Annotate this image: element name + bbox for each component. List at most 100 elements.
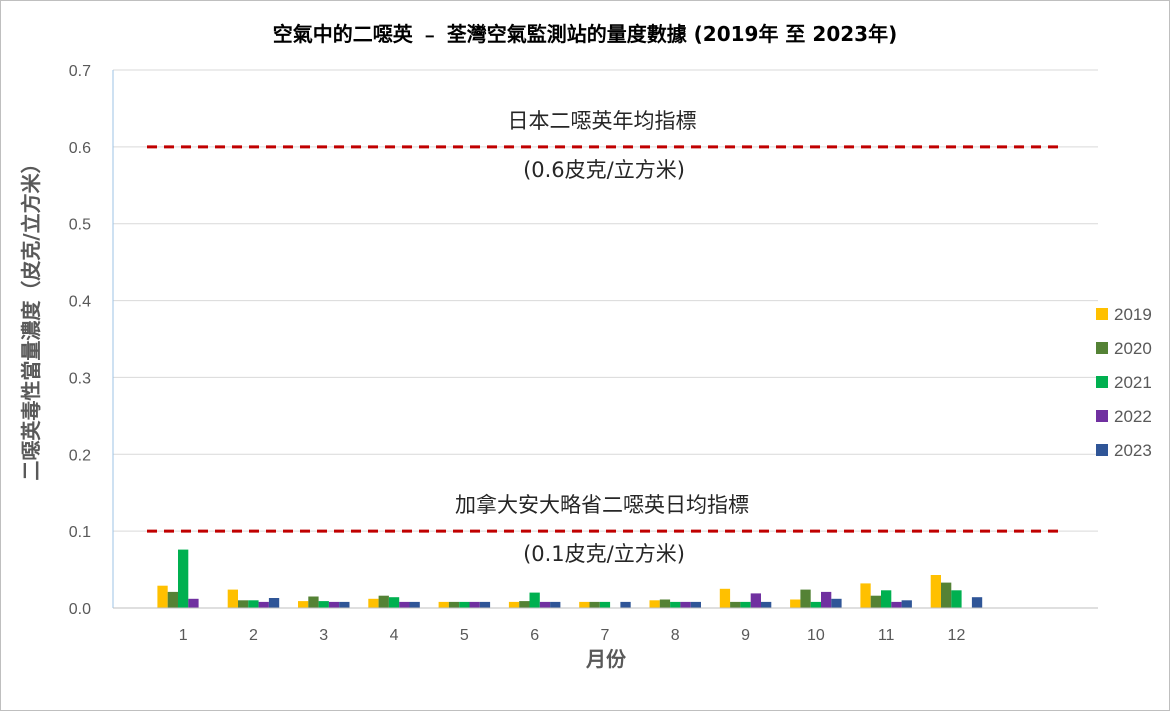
bar-2021-2 bbox=[248, 600, 259, 608]
chart-frame: 空氣中的二噁英 ﹣ 荃灣空氣監測站的量度數據 (2019年 至 2023年) 二… bbox=[0, 0, 1170, 711]
bar-2022-6 bbox=[539, 601, 551, 608]
chart-svg: 空氣中的二噁英 ﹣ 荃灣空氣監測站的量度數據 (2019年 至 2023年) 二… bbox=[19, 22, 1152, 671]
bar-2022-9 bbox=[750, 593, 761, 608]
legend-label-2021: 2021 bbox=[1114, 373, 1152, 392]
y-tick-label: 0.4 bbox=[69, 294, 91, 311]
bar-2023-12 bbox=[971, 597, 983, 608]
bar-2020-3 bbox=[308, 596, 319, 608]
bar-2021-9 bbox=[740, 601, 751, 608]
legend-label-2020: 2020 bbox=[1114, 339, 1152, 358]
gridlines bbox=[113, 69, 1098, 609]
x-tick-label: 2 bbox=[249, 627, 258, 644]
x-tick-label: 5 bbox=[460, 627, 469, 644]
bar-2020-9 bbox=[730, 601, 741, 608]
bar-2021-3 bbox=[318, 601, 329, 608]
bar-2019-3 bbox=[298, 601, 309, 608]
bar-2020-12 bbox=[941, 582, 952, 608]
bar-2023-5 bbox=[479, 601, 491, 608]
reference-value-label: (0.1皮克/立方米) bbox=[523, 542, 685, 566]
bar-2020-11 bbox=[870, 595, 881, 608]
bar-2021-5 bbox=[459, 601, 470, 608]
chart-title: 空氣中的二噁英 ﹣ 荃灣空氣監測站的量度數據 (2019年 至 2023年) bbox=[273, 22, 897, 46]
bar-2023-3 bbox=[339, 601, 350, 608]
bar-2021-8 bbox=[670, 601, 681, 608]
bar-2020-10 bbox=[800, 589, 811, 608]
bar-2019-4 bbox=[368, 598, 379, 608]
legend-swatch-2020 bbox=[1096, 342, 1108, 354]
x-tick-label: 1 bbox=[179, 627, 188, 644]
bar-2022-3 bbox=[328, 601, 340, 608]
bar-2021-10 bbox=[810, 601, 821, 608]
bar-2023-9 bbox=[761, 601, 772, 608]
y-axis-label: 二噁英毒性當量濃度（皮克/立方米） bbox=[19, 153, 43, 480]
legend-label-2022: 2022 bbox=[1114, 407, 1152, 426]
bar-2020-5 bbox=[448, 601, 460, 608]
bar-2022-11 bbox=[891, 601, 902, 608]
reference-value-label: (0.6皮克/立方米) bbox=[523, 158, 685, 182]
bar-2023-10 bbox=[831, 598, 842, 608]
x-tick-label: 8 bbox=[671, 627, 680, 644]
y-tick-label: 0.6 bbox=[69, 140, 91, 157]
bar-2019-5 bbox=[438, 601, 449, 608]
y-tick-label: 0.3 bbox=[69, 370, 91, 387]
bar-2021-11 bbox=[881, 590, 892, 608]
bar-2022-5 bbox=[469, 601, 480, 608]
bar-2022-4 bbox=[399, 601, 410, 608]
bar-2023-7 bbox=[620, 601, 631, 608]
x-tick-label: 3 bbox=[319, 627, 328, 644]
bar-2022-1 bbox=[188, 598, 199, 608]
x-axis-label: 月份 bbox=[585, 647, 627, 671]
bar-2019-8 bbox=[649, 600, 660, 608]
reference-label: 加拿大安大略省二噁英日均指標 bbox=[455, 493, 749, 517]
bar-2021-1 bbox=[178, 549, 189, 608]
bar-2020-2 bbox=[238, 600, 249, 608]
bar-2022-10 bbox=[821, 591, 832, 608]
bar-2019-9 bbox=[719, 588, 731, 608]
legend-swatch-2021 bbox=[1096, 376, 1108, 388]
bar-2019-1 bbox=[157, 585, 168, 608]
legend: 2019 2020 2021 2022 2023 bbox=[1096, 305, 1152, 460]
bar-2021-12 bbox=[951, 590, 962, 608]
bar-2019-6 bbox=[508, 601, 520, 608]
x-tick-labels: 1 2 3 4 5 6 7 8 9 10 11 12 bbox=[179, 627, 966, 644]
bar-2021-6 bbox=[529, 592, 540, 608]
y-tick-labels: 0.0 0.1 0.2 0.3 0.4 0.5 0.6 0.7 bbox=[69, 63, 91, 618]
reference-lines: 日本二噁英年均指標 (0.6皮克/立方米) 加拿大安大略省二噁英日均指標 (0.1皮克… bbox=[147, 109, 1063, 566]
bar-2023-4 bbox=[409, 601, 420, 608]
x-tick-label: 10 bbox=[807, 627, 825, 644]
bar-2020-8 bbox=[659, 599, 671, 608]
x-tick-label: 11 bbox=[878, 627, 895, 644]
x-tick-label: 9 bbox=[741, 627, 750, 644]
legend-label-2023: 2023 bbox=[1114, 441, 1152, 460]
legend-swatch-2022 bbox=[1096, 410, 1108, 422]
reference-label: 日本二噁英年均指標 bbox=[508, 109, 697, 133]
bar-2023-2 bbox=[268, 598, 280, 608]
x-tick-label: 12 bbox=[948, 627, 966, 644]
axes bbox=[112, 70, 1098, 609]
bar-2021-4 bbox=[388, 597, 400, 608]
bar-2021-7 bbox=[599, 601, 611, 608]
y-tick-label: 0.1 bbox=[69, 524, 91, 541]
bar-2019-7 bbox=[579, 601, 590, 608]
bar-2020-4 bbox=[378, 595, 389, 608]
bar-2019-10 bbox=[790, 599, 801, 608]
y-tick-label: 0.7 bbox=[69, 63, 91, 80]
bar-2019-11 bbox=[860, 583, 871, 608]
bar-2020-6 bbox=[519, 601, 530, 608]
bar-2023-8 bbox=[690, 601, 701, 608]
x-tick-label: 6 bbox=[530, 627, 539, 644]
x-tick-label: 7 bbox=[600, 627, 609, 644]
bar-2020-7 bbox=[589, 601, 600, 608]
x-tick-label: 4 bbox=[390, 627, 399, 644]
y-tick-label: 0.5 bbox=[69, 217, 91, 234]
y-tick-label: 0.0 bbox=[69, 601, 91, 618]
y-tick-label: 0.2 bbox=[69, 447, 91, 464]
bar-2023-11 bbox=[901, 600, 912, 608]
legend-swatch-2019 bbox=[1096, 308, 1108, 320]
bar-2022-8 bbox=[680, 601, 691, 608]
bar-2020-1 bbox=[167, 591, 178, 608]
legend-swatch-2023 bbox=[1096, 444, 1108, 456]
bar-2019-12 bbox=[930, 575, 941, 608]
legend-label-2019: 2019 bbox=[1114, 305, 1152, 324]
bar-2022-2 bbox=[258, 601, 269, 608]
